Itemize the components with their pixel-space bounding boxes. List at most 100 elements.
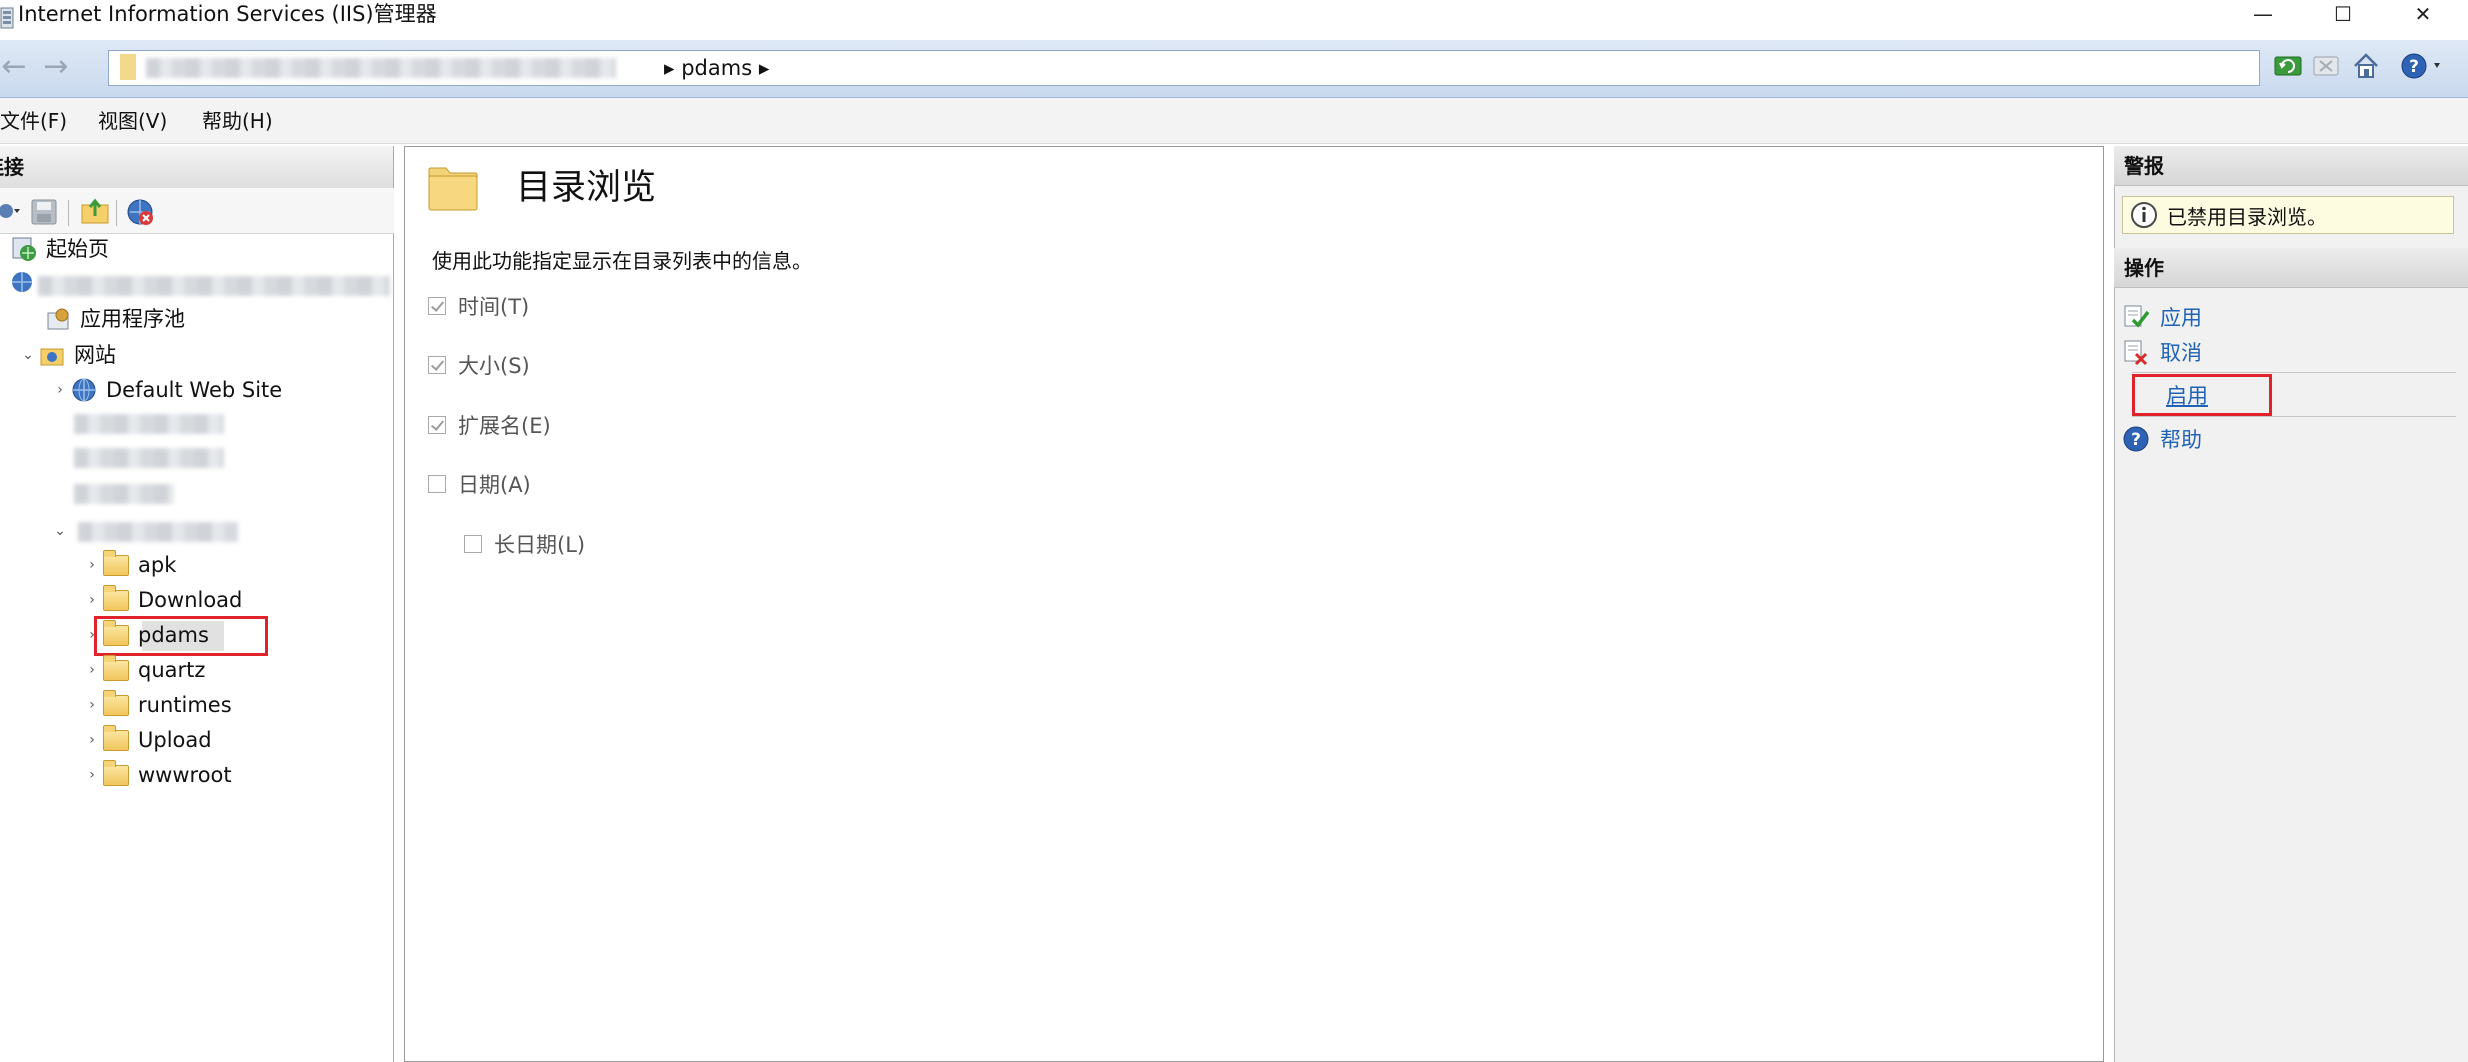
alert-message-box: 已禁用目录浏览。 [2122, 196, 2454, 234]
actions-header: 操作 [2114, 248, 2468, 288]
action-enable[interactable]: 启用 [2166, 378, 2208, 412]
toolbar-separator [116, 200, 117, 226]
tree-label-default-web-site: Default Web Site [106, 378, 283, 402]
folder-icon [102, 549, 130, 579]
stop-icon[interactable] [2308, 48, 2344, 84]
tree-item-sites[interactable]: ⌄ 网站 [18, 338, 116, 372]
minimize-button[interactable]: — [2226, 0, 2300, 28]
actions-separator [2132, 372, 2456, 373]
back-button[interactable]: ← [0, 52, 34, 82]
menu-file[interactable]: 文件(F) [0, 98, 67, 144]
tree-item-folder-selected[interactable]: › pdams [82, 618, 209, 652]
disconnect-icon[interactable] [124, 196, 156, 228]
option-label: 时间(T) [458, 295, 530, 319]
close-button[interactable]: ✕ [2386, 0, 2460, 28]
help-icon: ? [2122, 425, 2150, 453]
tree-label-folder: Upload [138, 728, 212, 752]
tree-label-folder: wwwroot [138, 763, 232, 787]
connect-icon[interactable] [0, 196, 24, 226]
tree-item-folder[interactable]: › quartz [82, 653, 205, 687]
tree-item-default-web-site[interactable]: › Default Web Site [50, 373, 282, 407]
tree-item-folder[interactable]: › runtimes [82, 688, 232, 722]
maximize-button[interactable]: ☐ [2306, 0, 2380, 28]
help-dropdown-icon[interactable]: ? [2398, 48, 2450, 84]
option-time[interactable]: 时间(T) [428, 289, 529, 323]
address-breadcrumb[interactable]: ▸ pdams ▸ [664, 50, 769, 86]
menu-bar [0, 98, 2468, 144]
action-apply[interactable]: 应用 [2122, 300, 2202, 334]
home-icon[interactable] [2348, 48, 2384, 84]
tree-label-start-page: 起始页 [46, 237, 109, 261]
window-title: Internet Information Services (IIS)管理器 [18, 2, 437, 26]
redacted-site[interactable] [74, 484, 174, 504]
action-label: 帮助 [2160, 428, 2202, 452]
refresh-icon[interactable] [2270, 48, 2306, 84]
action-cancel[interactable]: 取消 [2122, 335, 2202, 369]
feature-title: 目录浏览 [516, 168, 657, 208]
menu-help[interactable]: 帮助(H) [202, 98, 273, 144]
apply-check-icon [2122, 303, 2150, 331]
expand-chevron-icon[interactable]: › [82, 653, 102, 687]
server-icon [10, 270, 34, 294]
svg-text:?: ? [2409, 57, 2419, 77]
tree-item-folder[interactable]: › apk [82, 548, 176, 582]
folder-icon [102, 759, 130, 789]
tree-label-folder: Download [138, 588, 243, 612]
expand-chevron-icon[interactable]: › [82, 618, 102, 652]
start-page-icon [10, 235, 38, 263]
feature-panel [404, 146, 2104, 1062]
connections-header: 连接 [0, 146, 393, 189]
checkbox-long-date[interactable] [464, 535, 482, 553]
checkbox-date[interactable] [428, 475, 446, 493]
menu-view[interactable]: 视图(V) [98, 98, 167, 144]
option-long-date[interactable]: 长日期(L) [464, 527, 585, 561]
sites-folder-icon [38, 341, 66, 369]
up-folder-icon[interactable] [80, 196, 110, 226]
expand-chevron-icon[interactable]: › [82, 548, 102, 582]
checkbox-size[interactable] [428, 356, 446, 374]
tree-item-folder[interactable]: › wwwroot [82, 758, 232, 792]
redacted-path [146, 58, 616, 78]
expand-chevron-icon[interactable]: › [82, 688, 102, 722]
option-size[interactable]: 大小(S) [428, 348, 530, 382]
option-date[interactable]: 日期(A) [428, 467, 531, 501]
tree-item-folder[interactable]: › Download [82, 583, 242, 617]
save-icon[interactable] [30, 198, 58, 226]
checkbox-time[interactable] [428, 297, 446, 315]
action-help[interactable]: ? 帮助 [2122, 422, 2202, 456]
collapse-chevron-icon[interactable]: ⌄ [50, 514, 70, 548]
folder-icon [102, 689, 130, 719]
address-folder-icon [120, 54, 136, 80]
collapse-chevron-icon[interactable]: ⌄ [18, 338, 38, 372]
tree-item-expanded-site[interactable]: ⌄ [50, 514, 70, 548]
option-label: 长日期(L) [494, 533, 586, 557]
expand-chevron-icon[interactable]: › [82, 723, 102, 757]
expand-chevron-icon[interactable]: › [50, 373, 70, 407]
toolbar-separator [68, 200, 69, 226]
folder-icon [102, 724, 130, 754]
folder-icon [102, 619, 130, 649]
tree-label-sites: 网站 [74, 343, 116, 367]
actions-separator [2132, 416, 2456, 417]
option-label: 大小(S) [458, 354, 530, 378]
tree-item-folder[interactable]: › Upload [82, 723, 212, 757]
forward-button[interactable]: → [36, 52, 76, 82]
alert-text: 已禁用目录浏览。 [2167, 204, 2327, 229]
globe-icon [70, 376, 98, 404]
checkbox-extension[interactable] [428, 416, 446, 434]
tree-item-start-page[interactable]: 起始页 [10, 232, 109, 266]
iis-app-icon [0, 6, 14, 30]
redacted-site[interactable] [74, 414, 224, 434]
expand-chevron-icon[interactable]: › [82, 758, 102, 792]
option-extension[interactable]: 扩展名(E) [428, 408, 551, 442]
alerts-header: 警报 [2114, 146, 2468, 186]
folder-icon [102, 654, 130, 684]
tree-label-folder: apk [138, 553, 177, 577]
redacted-site[interactable] [78, 522, 238, 542]
directory-browsing-folder-icon [428, 166, 478, 212]
svg-text:?: ? [2131, 430, 2141, 450]
redacted-site[interactable] [74, 448, 224, 468]
redacted-server-name[interactable] [38, 276, 390, 296]
tree-item-app-pools[interactable]: 应用程序池 [44, 302, 185, 336]
expand-chevron-icon[interactable]: › [82, 583, 102, 617]
